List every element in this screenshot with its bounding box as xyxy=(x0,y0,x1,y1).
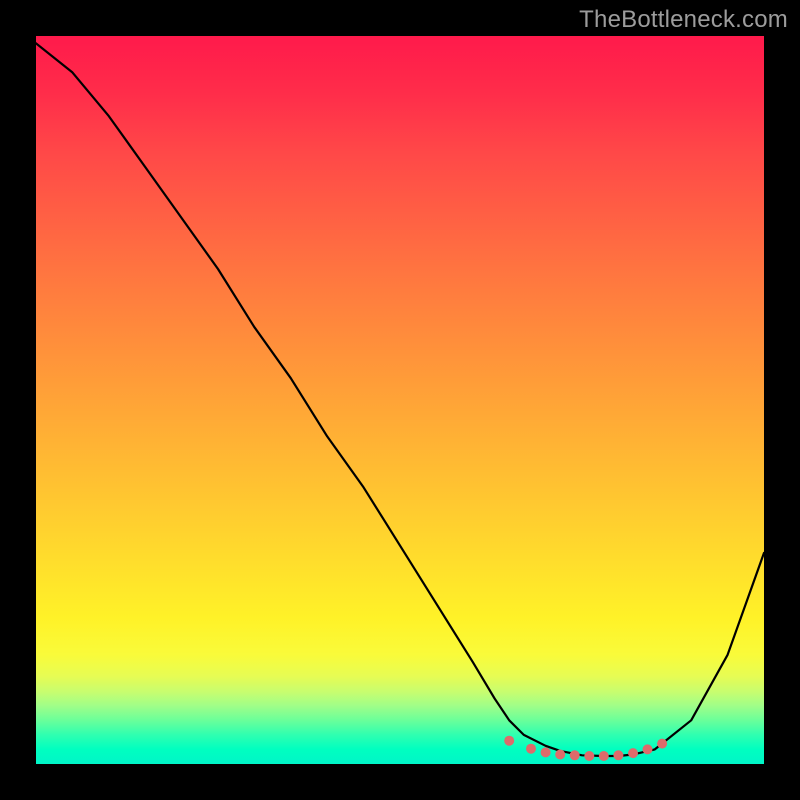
optimal-zone-markers xyxy=(504,736,667,761)
chart-svg xyxy=(36,36,764,764)
plot-area xyxy=(36,36,764,764)
optimal-marker xyxy=(570,750,580,760)
optimal-marker xyxy=(541,747,551,757)
optimal-marker xyxy=(526,744,536,754)
optimal-marker xyxy=(555,750,565,760)
optimal-marker xyxy=(504,736,514,746)
optimal-marker xyxy=(599,751,609,761)
optimal-marker xyxy=(613,750,623,760)
optimal-marker xyxy=(584,751,594,761)
optimal-marker xyxy=(628,748,638,758)
bottleneck-curve xyxy=(36,43,764,756)
optimal-marker xyxy=(657,739,667,749)
watermark-label: TheBottleneck.com xyxy=(579,6,788,34)
chart-frame: TheBottleneck.com xyxy=(0,0,800,800)
optimal-marker xyxy=(643,744,653,754)
